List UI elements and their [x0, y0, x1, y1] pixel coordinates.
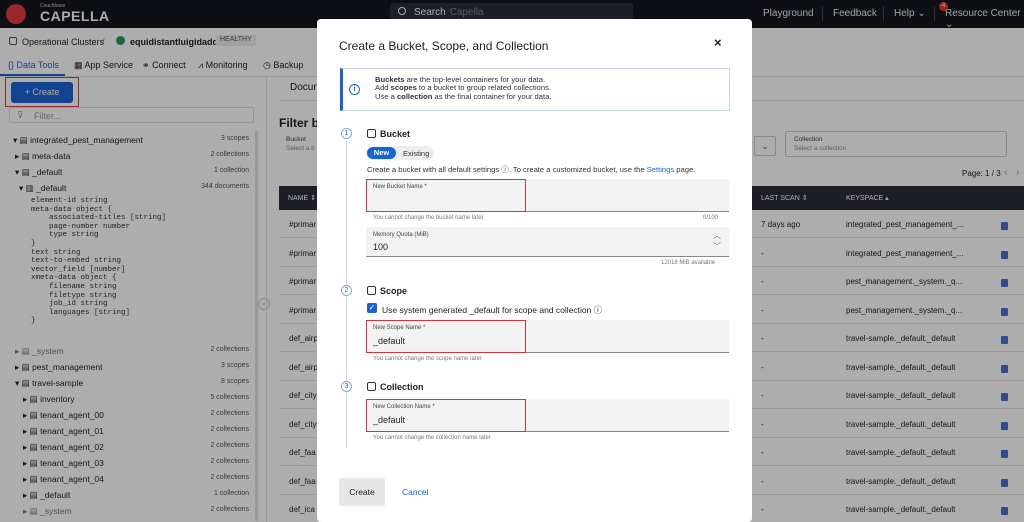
segment-new[interactable]: New [367, 147, 396, 159]
bucket-heading: Bucket [380, 129, 411, 139]
info-text: Use a [375, 91, 397, 101]
desc-text: Create a bucket with all default setting… [367, 165, 647, 174]
collection-icon [367, 382, 376, 391]
stepper-up-icon[interactable]: ︿ [713, 230, 721, 241]
step-number: 2 [341, 285, 352, 296]
bucket-name-hint: You cannot change the bucket name later [373, 215, 484, 221]
settings-link[interactable]: Settings [647, 165, 674, 174]
scope-heading: Scope [380, 286, 408, 296]
step-line [346, 393, 347, 448]
stepper-down-icon[interactable]: ﹀ [713, 241, 721, 252]
collection-name-value: _default [373, 415, 406, 425]
step-line [346, 297, 347, 381]
info-text: as the final container for your data. [432, 91, 552, 101]
info-term: collection [396, 91, 433, 101]
collection-name-hint: You cannot change the collection name la… [373, 435, 491, 441]
collection-heading: Collection [380, 382, 424, 392]
bucket-icon [367, 129, 376, 138]
scope-name-label: New Scope Name * [373, 325, 426, 331]
scope-name-hint: You cannot change the scope name later [373, 356, 482, 362]
segment-existing[interactable]: Existing [403, 149, 429, 158]
step-number: 3 [341, 381, 352, 392]
bucket-name-label: New Bucket Name * [373, 184, 427, 190]
memory-available: 12018 MiB available [661, 260, 716, 266]
modal-cancel-button[interactable]: Cancel [402, 487, 428, 497]
scope-name-value: _default [373, 336, 406, 346]
scope-icon [367, 286, 376, 295]
close-icon[interactable]: × [714, 35, 722, 50]
desc-text: page. [674, 165, 696, 174]
default-scope-checkbox[interactable]: ✓ [367, 303, 377, 313]
bucket-name-count: 0/100 [703, 215, 719, 221]
modal-title: Create a Bucket, Scope, and Collection [339, 39, 549, 53]
step-number: 1 [341, 128, 352, 139]
collection-name-label: New Collection Name * [373, 404, 435, 410]
bucket-description: Create a bucket with all default setting… [367, 164, 695, 175]
memory-quota-value: 100 [373, 242, 389, 252]
default-scope-checkbox-label: Use system generated _default for scope … [382, 305, 603, 315]
info-icon: i [349, 84, 360, 95]
info-callout: Buckets are the top-level containers for… [340, 68, 730, 111]
step-line [346, 140, 347, 285]
memory-quota-label: Memory Quota (MiB) [373, 232, 429, 238]
modal-create-button[interactable]: Create [339, 478, 385, 506]
